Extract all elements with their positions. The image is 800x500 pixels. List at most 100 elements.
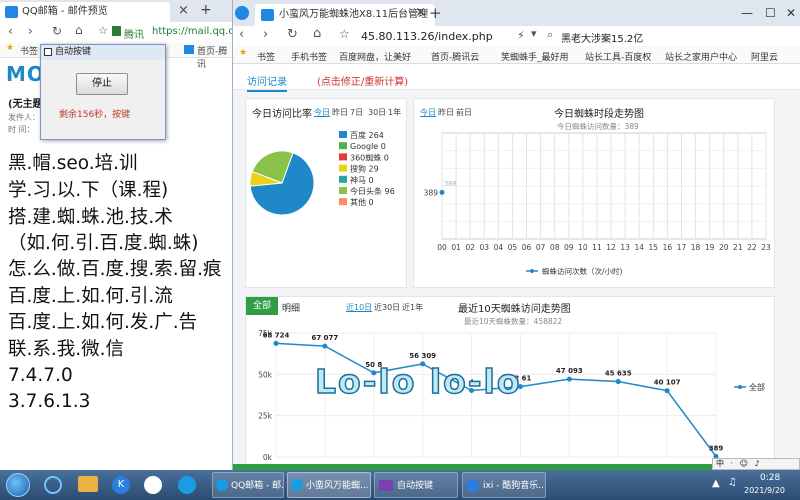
filter-10d[interactable]: 近10日: [346, 302, 372, 313]
home-icon[interactable]: ⌂: [75, 23, 83, 37]
tab-spider-pool-admin[interactable]: 小蛮风万能蜘蛛池X8.11后台管理: [255, 4, 435, 26]
admin-content: 访问记录 (点击修正/重新计算) 今日访问比率 今日 昨日 7日 30日 1年 …: [233, 64, 800, 470]
bookmark-item[interactable]: 书签: [20, 44, 38, 57]
x-tick-label: 14: [634, 243, 644, 252]
recalculate-link[interactable]: (点击修正/重新计算): [317, 73, 408, 88]
tab-visit-records[interactable]: 访问记录: [247, 73, 287, 92]
filter-1y[interactable]: 近1年: [402, 302, 423, 313]
left-toolbar: ‹ › ↻ ⌂ ☆ 腾讯 https://mail.qq.c: [0, 22, 232, 42]
tab-details[interactable]: 明细: [282, 301, 300, 314]
star-icon[interactable]: ☆: [339, 27, 350, 41]
bookmark-item[interactable]: 书签: [257, 50, 275, 63]
home-icon[interactable]: ⌂: [313, 26, 321, 41]
x-tick-label: 06: [522, 243, 532, 252]
taskbar-item-admin[interactable]: 小蛮风万能蜘...: [287, 472, 371, 498]
start-button[interactable]: [6, 473, 30, 497]
kugou-icon[interactable]: K: [112, 476, 130, 494]
address-bar[interactable]: https://mail.qq.c: [152, 26, 232, 37]
tab-title: 小蛮风万能蜘蛛池X8.11后台管理: [279, 9, 429, 20]
ime-emoji-icon[interactable]: ☺: [740, 459, 748, 468]
bookmark-item[interactable]: 站长工具-百度权: [585, 50, 651, 63]
legend-label: Google 0: [350, 142, 386, 151]
forward-icon[interactable]: ›: [263, 27, 268, 42]
x-tick-label: 09: [564, 243, 574, 252]
window-close-icon[interactable]: ✕: [786, 6, 796, 20]
maximize-icon[interactable]: ☐: [765, 6, 776, 20]
bookmark-item[interactable]: 站长之家用户中心: [665, 50, 737, 63]
qq-browser-icon[interactable]: [178, 476, 196, 494]
filter-today[interactable]: 今日: [314, 107, 330, 118]
ie-icon[interactable]: [44, 476, 62, 494]
bookmark-item[interactable]: 百度网盘，让美好: [339, 50, 411, 63]
address-bar[interactable]: 45.80.113.26/index.php: [361, 30, 493, 43]
minimize-icon[interactable]: —: [741, 6, 753, 20]
stop-button[interactable]: 停止: [76, 73, 128, 95]
back-icon[interactable]: ‹: [8, 24, 13, 38]
dropdown-icon[interactable]: ▾: [531, 27, 537, 40]
data-label: 67 077: [311, 334, 338, 342]
new-tab-icon[interactable]: +: [200, 2, 212, 18]
legend-swatch: [339, 187, 347, 194]
forward-icon[interactable]: ›: [28, 24, 33, 38]
close-icon[interactable]: ×: [415, 5, 426, 20]
folder-icon[interactable]: [78, 476, 98, 492]
filter-7d[interactable]: 7日: [350, 107, 363, 118]
data-point: [439, 189, 445, 195]
x-tick-label: 03: [479, 243, 489, 252]
data-label: 389: [709, 444, 724, 452]
filter-yesterday[interactable]: 昨日: [438, 107, 454, 118]
time-label: 时 间：: [8, 125, 35, 134]
dialog-title-bar[interactable]: 自动按键: [41, 45, 165, 60]
lightning-icon[interactable]: ⚡: [517, 29, 525, 42]
record-tab-strip: 访问记录 (点击修正/重新计算): [233, 64, 800, 92]
filter-30d[interactable]: 30日: [368, 107, 386, 118]
legend-swatch: [339, 164, 347, 172]
filter-1y[interactable]: 1年: [388, 107, 401, 118]
ime-punct-icon[interactable]: ·: [731, 459, 734, 468]
pie-chart: 百度 264 Google 0360蜘蛛 0 搜狗 29神马 0今日头条 96其他 …: [249, 130, 395, 216]
y-tick-label: 0k: [263, 453, 273, 462]
data-label: 47 093: [556, 367, 583, 375]
tab-title: QQ邮箱 - 邮件预览: [22, 6, 108, 17]
data-label: 40 107: [654, 379, 681, 387]
taskbar-item-qqmail[interactable]: QQ邮箱 - 邮...: [212, 472, 284, 498]
filter-today[interactable]: 今日: [420, 107, 436, 118]
taskbar-item-kugou[interactable]: ixi - 酷狗音乐...: [462, 472, 546, 498]
refresh-icon[interactable]: ↻: [52, 24, 62, 38]
tab-all[interactable]: 全部: [246, 297, 278, 315]
taskbar-item-label: 自动按键: [397, 481, 434, 491]
app-icon[interactable]: [144, 476, 162, 494]
tray-expand-icon[interactable]: ▲: [712, 478, 720, 489]
mail-body-line: 学.习.以.下（课.程): [8, 180, 169, 201]
refresh-icon[interactable]: ↻: [287, 27, 298, 42]
ime-mic-icon[interactable]: ♪: [755, 459, 760, 468]
filter-yesterday[interactable]: 昨日: [332, 107, 348, 118]
tab-qq-mail[interactable]: QQ邮箱 - 邮件预览: [0, 2, 170, 22]
volume-icon[interactable]: ♫: [728, 477, 737, 488]
bookmark-item[interactable]: 首页-腾讯云: [431, 50, 479, 63]
bookmark-item[interactable]: 首页-腾讯: [197, 44, 232, 70]
search-icon[interactable]: ⌕: [547, 28, 553, 42]
legend-swatch: [339, 175, 347, 183]
bookmark-item[interactable]: 阿里云: [751, 50, 778, 63]
filter-30d[interactable]: 近30日: [374, 302, 400, 313]
x-tick-label: 11: [592, 243, 602, 252]
legend-label: 今日头条 96: [350, 186, 395, 196]
search-hint[interactable]: 黑老大涉案15.2亿: [561, 30, 643, 45]
x-tick-label: 13: [620, 243, 630, 252]
filter-day-before[interactable]: 前日: [456, 107, 472, 118]
new-tab-icon[interactable]: +: [429, 4, 442, 22]
star-icon[interactable]: ☆: [98, 24, 108, 37]
legend-label: 搜狗 29: [350, 164, 379, 174]
data-label: 389: [444, 179, 456, 187]
x-tick-label: 00: [437, 243, 447, 252]
bookmark-item[interactable]: 笑蜘蛛手_最好用: [501, 50, 569, 63]
close-icon[interactable]: ×: [178, 3, 189, 18]
data-label: 56 309: [409, 352, 436, 360]
back-icon[interactable]: ‹: [239, 27, 244, 42]
taskbar-item-autokey[interactable]: 自动按键: [374, 472, 458, 498]
mail-body-line: 搭.建.蜘.蛛.池.技.术: [8, 207, 173, 228]
ime-bar[interactable]: 中 · ☺ ♪: [712, 458, 800, 470]
bookmark-item[interactable]: 手机书签: [291, 50, 327, 63]
x-tick-label: 01: [451, 243, 461, 252]
